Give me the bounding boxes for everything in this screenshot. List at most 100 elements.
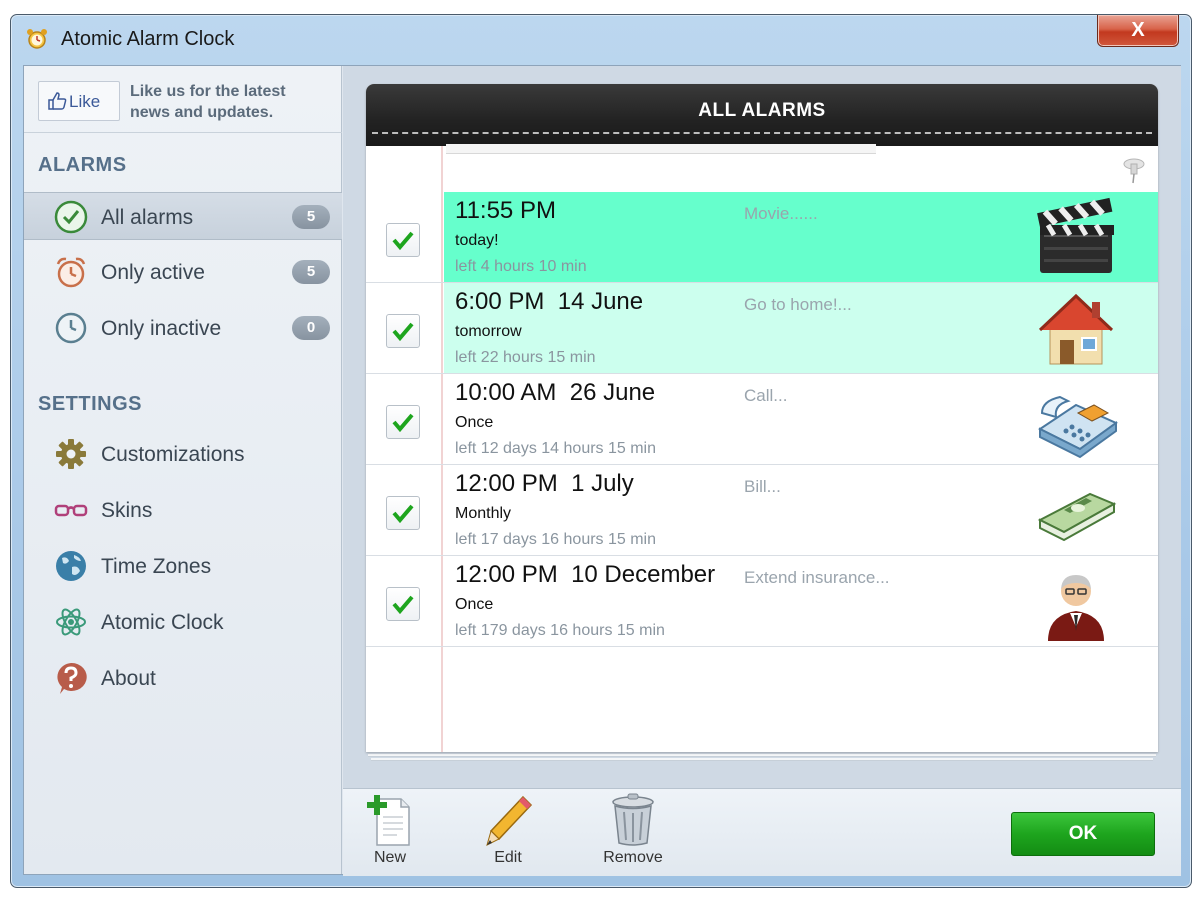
telephone-icon	[1038, 395, 1118, 459]
atom-icon	[56, 608, 86, 636]
alarm-row[interactable]: 10:00 AM 26 June Once left 12 days 14 ho…	[366, 374, 1158, 465]
alarm-time: 10:00 AM 26 June	[455, 379, 656, 406]
sidebar-item-only-active[interactable]: Only active 5	[24, 248, 342, 296]
alarm-time-left: left 17 days 16 hours 15 min	[455, 531, 657, 548]
client-area: Like Like us for the latest news and upd…	[23, 65, 1181, 876]
alarm-content: 10:00 AM 26 June Once left 12 days 14 ho…	[444, 374, 1158, 464]
sidebar-item-time-zones[interactable]: Time Zones	[24, 542, 342, 590]
glasses-icon	[54, 504, 88, 517]
sidebar-item-customizations[interactable]: Customizations	[24, 430, 342, 478]
alarm-time: 6:00 PM 14 June	[455, 288, 644, 315]
alarm-note: Call...	[744, 386, 788, 405]
app-window: Atomic Alarm Clock X Like Like us for th…	[10, 14, 1192, 888]
new-label: New	[373, 849, 406, 866]
sidebar-item-all-alarms[interactable]: All alarms 5	[24, 192, 342, 240]
sidebar-item-atomic-clock[interactable]: Atomic Clock	[24, 598, 342, 646]
remove-alarm-button[interactable]: Remove	[588, 793, 678, 873]
alarm-row[interactable]: 11:55 PM today! left 4 hours 10 min Movi…	[366, 192, 1158, 283]
alarm-time-left: left 4 hours 10 min	[455, 258, 587, 275]
window-title: Atomic Alarm Clock	[61, 28, 235, 50]
gear-icon	[56, 439, 86, 469]
checkmark-icon	[392, 413, 414, 433]
sidebar-item-label: Skins	[101, 499, 153, 522]
alarm-repeat: Once	[455, 414, 494, 431]
alarms-heading: ALARMS	[38, 154, 127, 176]
alarm-enabled-checkbox[interactable]	[386, 496, 420, 530]
sidebar-item-about[interactable]: About	[24, 654, 342, 702]
checkmark-icon	[392, 504, 414, 524]
checkmark-icon	[392, 231, 414, 251]
alarm-note: Go to home!...	[744, 295, 852, 314]
alarm-content: 12:00 PM 10 December Once left 179 days …	[444, 556, 1158, 646]
sidebar-item-label: Customizations	[101, 443, 245, 466]
alarm-list-panel: ALL ALARMS 11:55 PM today! left 4 hours …	[366, 84, 1158, 752]
clock-icon	[55, 312, 87, 344]
alarm-enabled-checkbox[interactable]	[386, 314, 420, 348]
new-alarm-button[interactable]: New	[345, 793, 435, 873]
question-icon	[57, 662, 87, 694]
count-badge: 0	[292, 316, 330, 340]
alarm-content: 11:55 PM today! left 4 hours 10 min Movi…	[444, 192, 1158, 282]
sidebar-item-only-inactive[interactable]: Only inactive 0	[24, 304, 342, 352]
alarm-time: 12:00 PM 10 December	[455, 561, 716, 588]
bottom-toolbar: New Edit Remove OK	[343, 788, 1181, 876]
paper-edge	[368, 754, 1156, 757]
title-bar[interactable]: Atomic Alarm Clock X	[11, 15, 1191, 65]
like-button[interactable]: Like	[38, 81, 120, 121]
alarm-note: Extend insurance...	[744, 568, 890, 587]
sidebar-item-label: About	[101, 667, 156, 690]
alarm-time: 12:00 PM 1 July	[455, 470, 634, 497]
alarm-time-left: left 12 days 14 hours 15 min	[455, 440, 657, 457]
close-button[interactable]: X	[1097, 15, 1179, 47]
alarm-time: 11:55 PM	[455, 197, 556, 224]
sidebar-item-label: Only inactive	[101, 317, 222, 340]
alarm-enabled-checkbox[interactable]	[386, 587, 420, 621]
settings-heading: SETTINGS	[38, 393, 143, 415]
alarm-note: Movie......	[744, 204, 818, 223]
sidebar-item-label: Atomic Clock	[101, 611, 224, 634]
pencil-icon	[486, 795, 533, 846]
main-panel: ALL ALARMS 11:55 PM today! left 4 hours …	[343, 66, 1181, 788]
paper-strip	[446, 144, 876, 154]
divider	[24, 132, 342, 133]
remove-label: Remove	[603, 849, 663, 866]
alarm-content: 12:00 PM 1 July Monthly left 17 days 16 …	[444, 465, 1158, 555]
sidebar: Like Like us for the latest news and upd…	[24, 66, 342, 874]
alarm-repeat: Monthly	[455, 505, 512, 522]
count-badge: 5	[292, 205, 330, 229]
globe-icon	[56, 551, 86, 581]
sidebar-item-skins[interactable]: Skins	[24, 486, 342, 534]
alarm-list-header: ALL ALARMS	[366, 84, 1158, 146]
edit-label: Edit	[494, 849, 522, 866]
alarm-clock-app-icon	[27, 29, 47, 49]
new-document-icon	[367, 795, 410, 846]
sidebar-item-label: Time Zones	[101, 555, 212, 578]
alarm-enabled-checkbox[interactable]	[386, 405, 420, 439]
pin-icon[interactable]	[1118, 154, 1148, 184]
like-promo-text: Like us for the latest news and updates.	[130, 83, 286, 121]
alarm-note: Bill...	[744, 477, 781, 496]
checkmark-icon	[392, 322, 414, 342]
alarm-content: 6:00 PM 14 June tomorrow left 22 hours 1…	[444, 283, 1158, 373]
alarm-row[interactable]: 6:00 PM 14 June tomorrow left 22 hours 1…	[366, 283, 1158, 374]
alarm-time-left: left 179 days 16 hours 15 min	[455, 622, 665, 639]
house-icon	[1038, 293, 1114, 365]
thumbs-up-icon	[48, 92, 67, 110]
money-icon	[1037, 492, 1117, 542]
alarm-row[interactable]: 12:00 PM 1 July Monthly left 17 days 16 …	[366, 465, 1158, 556]
checkmark-icon	[392, 595, 414, 615]
clock-check-icon	[54, 200, 88, 234]
alarm-clock-icon	[56, 257, 86, 288]
alarm-time-left: left 22 hours 15 min	[455, 349, 596, 366]
alarm-row[interactable]: 12:00 PM 10 December Once left 179 days …	[366, 556, 1158, 647]
ok-button[interactable]: OK	[1011, 812, 1155, 856]
alarm-rows: 11:55 PM today! left 4 hours 10 min Movi…	[366, 192, 1158, 647]
alarm-enabled-checkbox[interactable]	[386, 223, 420, 257]
sidebar-item-label: Only active	[101, 261, 205, 284]
alarm-repeat: Once	[455, 596, 494, 613]
edit-alarm-button[interactable]: Edit	[463, 793, 553, 873]
header-stitch	[372, 132, 1152, 134]
trash-can-icon	[612, 793, 654, 846]
alarm-repeat: tomorrow	[455, 323, 522, 340]
person-icon	[1048, 575, 1104, 641]
